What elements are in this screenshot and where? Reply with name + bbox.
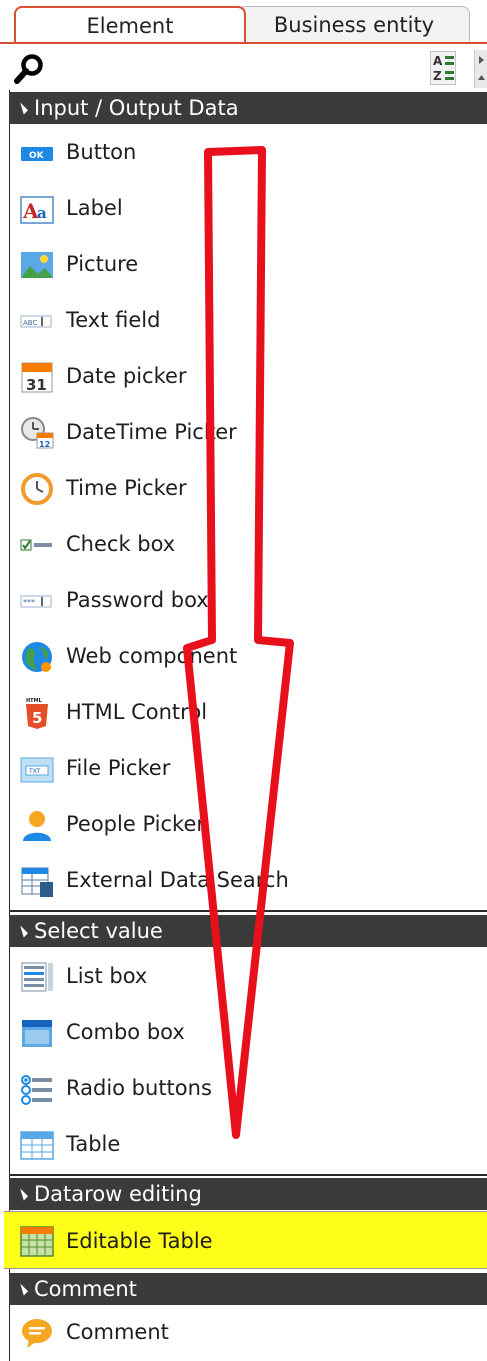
item-label: Web component — [66, 644, 238, 668]
item-label: Combo box — [66, 1020, 185, 1044]
svg-text:31: 31 — [26, 376, 47, 394]
external-data-icon — [21, 867, 53, 897]
section-header-datarow-editing[interactable]: Datarow editing — [9, 1178, 487, 1210]
toolbox-item-button[interactable]: OK Button — [10, 126, 487, 178]
item-label: DateTime Picker — [66, 420, 237, 444]
section-title: Select value — [34, 919, 163, 943]
list-box-icon — [21, 962, 53, 992]
item-label: Time Picker — [66, 476, 187, 500]
file-picker-icon: TXT — [20, 757, 54, 783]
svg-text:***: *** — [23, 598, 35, 607]
section-header-comment[interactable]: Comment — [9, 1273, 487, 1305]
section-header-select-value[interactable]: Select value — [9, 915, 487, 947]
checkbox-icon — [20, 539, 52, 551]
toolbar — [0, 44, 487, 90]
toolbox-item-password-box[interactable]: *** Password box — [10, 574, 487, 626]
comment-bubble-icon — [22, 1319, 52, 1348]
svg-text:ABC: ABC — [23, 319, 37, 327]
toolbox-item-picture[interactable]: Picture — [10, 238, 487, 290]
svg-text:5: 5 — [32, 709, 42, 727]
toolbox-item-combo-box[interactable]: Combo box — [10, 1006, 487, 1058]
item-label: Radio buttons — [66, 1076, 212, 1100]
toolbox-item-web-component[interactable]: Web component — [10, 630, 487, 682]
toolbox-item-radio-buttons[interactable]: Radio buttons — [10, 1062, 487, 1114]
html5-icon: HTML 5 — [26, 698, 48, 729]
svg-text:A: A — [433, 54, 443, 68]
toolbox-item-time-picker[interactable]: Time Picker — [10, 462, 487, 514]
radio-buttons-icon — [21, 1075, 52, 1105]
item-label: People Picker — [66, 812, 205, 836]
item-label: Comment — [66, 1320, 169, 1344]
tab-business-entity[interactable]: Business entity — [238, 6, 470, 44]
item-label: Check box — [66, 532, 176, 556]
scroll-arrow-icons — [478, 56, 485, 80]
section-title: Comment — [34, 1277, 137, 1301]
editable-table-icon — [20, 1226, 54, 1257]
section-header-input-output[interactable]: Input / Output Data — [9, 92, 487, 124]
collapse-triangle-icon — [15, 925, 29, 938]
toolbox-item-people-picker[interactable]: People Picker — [10, 798, 487, 850]
collapse-triangle-icon — [15, 1283, 29, 1296]
toolbox-item-table[interactable]: Table — [10, 1118, 487, 1170]
combo-box-icon — [22, 1020, 52, 1047]
item-label: Date picker — [66, 364, 187, 388]
calendar-31-icon: 31 — [21, 362, 53, 394]
item-label: Table — [66, 1132, 121, 1156]
svg-text:OK: OK — [29, 151, 45, 161]
svg-text:12: 12 — [39, 440, 50, 449]
section-separator — [9, 910, 487, 912]
toolbox-item-file-picker[interactable]: TXT File Picker — [10, 742, 487, 794]
label-aa-icon: A a — [20, 196, 54, 224]
toolbox-item-editable-table[interactable]: Editable Table — [4, 1211, 487, 1269]
toolbox-item-external-data-search[interactable]: External Data Search — [10, 854, 487, 906]
text-field-icon: ABC — [20, 315, 52, 328]
table-icon — [20, 1131, 54, 1160]
item-label: Button — [66, 140, 137, 164]
item-label: File Picker — [66, 756, 171, 780]
svg-text:HTML: HTML — [26, 698, 43, 704]
picture-icon — [21, 252, 53, 278]
section-separator — [9, 1174, 487, 1176]
datetime-icon: 12 — [21, 417, 54, 449]
item-label: List box — [66, 964, 148, 988]
item-label: Editable Table — [66, 1229, 213, 1253]
password-icon: *** — [20, 595, 52, 608]
toolbox-item-html-control[interactable]: HTML 5 HTML Control — [10, 686, 487, 738]
tab-element[interactable]: Element — [14, 6, 246, 44]
toolbox-item-date-picker[interactable]: 31 Date picker — [10, 350, 487, 402]
globe-icon — [22, 642, 52, 672]
clock-icon — [21, 473, 53, 505]
button-ok-icon: OK — [21, 147, 53, 161]
collapse-triangle-icon — [15, 1188, 29, 1201]
section-title: Datarow editing — [34, 1182, 202, 1206]
search-icon[interactable] — [13, 52, 47, 86]
person-icon — [23, 811, 51, 841]
tab-bar: Business entity Element — [0, 0, 487, 44]
svg-text:Z: Z — [433, 69, 442, 83]
toolbox-item-check-box[interactable]: Check box — [10, 518, 487, 570]
item-label: Label — [66, 196, 123, 220]
toolbox-item-label[interactable]: A a Label — [10, 182, 487, 234]
item-label: HTML Control — [66, 700, 208, 724]
scroll-arrows[interactable] — [474, 50, 487, 88]
collapse-triangle-icon — [15, 102, 29, 115]
item-label: Picture — [66, 252, 139, 276]
svg-text:a: a — [37, 204, 47, 222]
item-label: Text field — [66, 308, 161, 332]
toolbox-item-list-box[interactable]: List box — [10, 950, 487, 1002]
item-label: External Data Search — [66, 868, 289, 892]
item-label: Password box — [66, 588, 209, 612]
toolbox-item-datetime-picker[interactable]: 12 DateTime Picker — [10, 406, 487, 458]
section-title: Input / Output Data — [34, 96, 239, 120]
toolbox-item-comment[interactable]: Comment — [10, 1306, 487, 1358]
svg-text:TXT: TXT — [28, 768, 41, 775]
toolbox-item-text-field[interactable]: ABC Text field — [10, 294, 487, 346]
sort-az-icon[interactable]: A Z — [430, 51, 456, 85]
